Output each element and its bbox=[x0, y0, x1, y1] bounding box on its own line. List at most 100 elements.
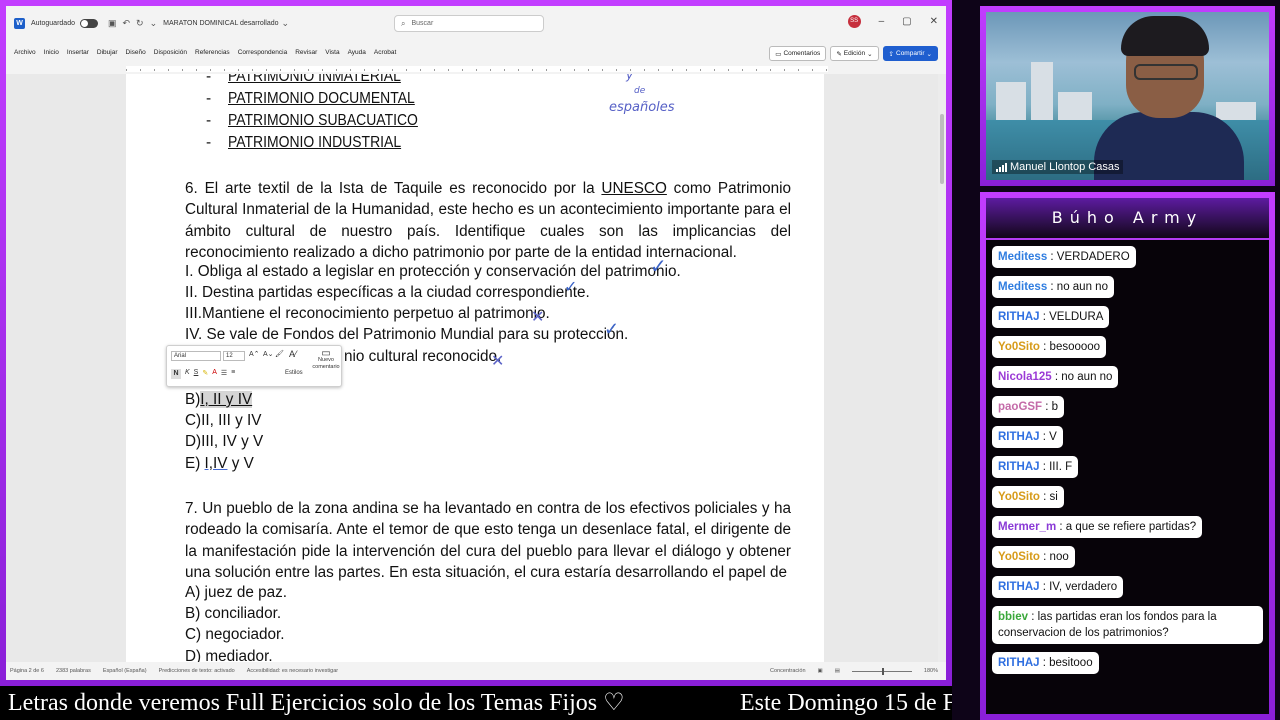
styles-icon[interactable]: A⁄ bbox=[289, 349, 297, 359]
page-count[interactable]: Página 2 de 6 bbox=[10, 668, 44, 674]
chat-message: paoGSF : b bbox=[992, 396, 1065, 418]
option-d: D) mediador. bbox=[185, 648, 273, 662]
editing-mode-button[interactable]: ✎ Edición ⌄ bbox=[830, 46, 879, 61]
search-input[interactable]: ⌕ Buscar bbox=[394, 15, 544, 32]
line-spacing-icon[interactable]: ≡ bbox=[231, 369, 235, 379]
tab-disposicion[interactable]: Disposición bbox=[154, 49, 187, 56]
web-layout-icon[interactable]: ▤ bbox=[835, 668, 840, 674]
word-count[interactable]: 2383 palabras bbox=[56, 668, 91, 674]
tab-vista[interactable]: Vista bbox=[325, 49, 339, 56]
tab-referencias[interactable]: Referencias bbox=[195, 49, 230, 56]
chat-message: RITHAJ : besitooo bbox=[992, 652, 1099, 674]
autosave-label: Autoguardado bbox=[31, 19, 75, 27]
shrink-font-icon[interactable]: A⌄ bbox=[263, 350, 274, 358]
highlight-icon[interactable]: ✎ bbox=[202, 369, 208, 379]
statement-iv: IV. Se vale de Fondos del Patrimonio Mun… bbox=[185, 326, 629, 343]
chat-username[interactable]: Mermer_m bbox=[998, 521, 1056, 533]
customize-qat-icon[interactable]: ⌄ bbox=[150, 18, 158, 29]
tab-inicio[interactable]: Inicio bbox=[44, 49, 59, 56]
bullets-icon[interactable]: ☰ bbox=[221, 369, 227, 379]
zoom-level[interactable]: 180% bbox=[924, 668, 938, 674]
participant-name: Manuel Llontop Casas bbox=[1010, 161, 1120, 173]
option-a: A) juez de paz. bbox=[185, 584, 288, 601]
chat-username[interactable]: Meditess bbox=[998, 251, 1047, 263]
cross-mark-icon: ✕ bbox=[531, 309, 545, 326]
chat-message-text: : b bbox=[1042, 401, 1059, 413]
chat-username[interactable]: RITHAJ bbox=[998, 581, 1040, 593]
chat-message: bbiev : las partidas eran los fondos par… bbox=[992, 606, 1263, 644]
close-icon[interactable]: ✕ bbox=[930, 16, 938, 27]
tab-archivo[interactable]: Archivo bbox=[14, 49, 36, 56]
minimize-icon[interactable]: – bbox=[879, 16, 885, 27]
list-item: - PATRIMONIO SUBACUATICO bbox=[206, 112, 418, 129]
styles-label[interactable]: Estilos bbox=[285, 370, 303, 376]
font-name-select[interactable]: Arial bbox=[171, 351, 221, 361]
chat-message-text: : besooooo bbox=[1039, 341, 1101, 353]
option-b: B)I, II y IV bbox=[185, 391, 253, 408]
chat-username[interactable]: bbiev bbox=[998, 611, 1028, 623]
chat-username[interactable]: Nicola125 bbox=[998, 371, 1052, 383]
format-painter-icon[interactable]: 🖌 bbox=[275, 350, 284, 358]
underline-button[interactable]: S bbox=[194, 369, 199, 379]
chat-username[interactable]: Meditess bbox=[998, 281, 1047, 293]
italic-button[interactable]: K bbox=[185, 369, 190, 379]
font-size-select[interactable]: 12 bbox=[223, 351, 245, 361]
chat-message: RITHAJ : VELDURA bbox=[992, 306, 1110, 328]
save-icon[interactable]: ▣ bbox=[108, 18, 117, 29]
focus-mode-button[interactable]: Concentración bbox=[770, 668, 805, 674]
chat-username[interactable]: RITHAJ bbox=[998, 461, 1040, 473]
chevron-down-icon[interactable]: ⌄ bbox=[282, 18, 290, 29]
tab-acrobat[interactable]: Acrobat bbox=[374, 49, 396, 56]
handwriting-note: de bbox=[634, 86, 646, 96]
comments-button[interactable]: ▭ Comentarios bbox=[769, 46, 827, 61]
predictions-indicator[interactable]: Predicciones de texto: activado bbox=[159, 668, 235, 674]
chat-username[interactable]: RITHAJ bbox=[998, 657, 1040, 669]
cross-mark-icon: ✕ bbox=[491, 353, 505, 370]
chat-message-text: : besitooo bbox=[1039, 657, 1093, 669]
chevron-down-icon: ⌄ bbox=[867, 50, 873, 58]
redo-icon[interactable]: ↻ bbox=[136, 18, 144, 29]
chat-message-text: : a que se refiere partidas? bbox=[1056, 521, 1197, 533]
search-icon: ⌕ bbox=[401, 18, 406, 28]
document-title[interactable]: MARATON DOMINICAL desarrollado bbox=[163, 20, 278, 27]
chat-message-list[interactable]: Meditess : VERDADERO Meditess : no aun no… bbox=[992, 246, 1267, 682]
comment-icon: ▭ bbox=[775, 50, 782, 58]
grow-font-icon[interactable]: A⌃ bbox=[249, 350, 260, 358]
avatar[interactable]: SS bbox=[847, 15, 861, 28]
undo-icon[interactable]: ↶ bbox=[123, 18, 131, 29]
tab-dibujar[interactable]: Dibujar bbox=[97, 49, 118, 56]
tab-diseno[interactable]: Diseño bbox=[126, 49, 146, 56]
tab-ayuda[interactable]: Ayuda bbox=[348, 49, 366, 56]
tab-revisar[interactable]: Revisar bbox=[295, 49, 317, 56]
chat-username[interactable]: paoGSF bbox=[998, 401, 1042, 413]
chat-username[interactable]: RITHAJ bbox=[998, 311, 1040, 323]
chat-message: Meditess : VERDADERO bbox=[992, 246, 1136, 268]
bold-button[interactable]: N bbox=[171, 369, 181, 379]
mini-toolbar: Arial 12 A⌃ A⌄ 🖌 A⁄ N K S ✎ A ☰ ≡ Estilo… bbox=[166, 345, 342, 387]
print-layout-icon[interactable]: ▣ bbox=[818, 668, 823, 674]
option-c: C)II, III y IV bbox=[185, 412, 262, 429]
horizontal-ruler[interactable] bbox=[6, 64, 946, 74]
zoom-slider[interactable] bbox=[851, 667, 912, 675]
chat-message: Yo0Sito : si bbox=[992, 486, 1064, 508]
chat-username[interactable]: Yo0Sito bbox=[998, 491, 1040, 503]
font-color-icon[interactable]: A bbox=[212, 369, 217, 379]
chat-username[interactable]: RITHAJ bbox=[998, 431, 1040, 443]
tab-insertar[interactable]: Insertar bbox=[67, 49, 89, 56]
maximize-icon[interactable]: ▢ bbox=[902, 16, 911, 27]
list-item: - PATRIMONIO INMATERIAL bbox=[206, 74, 401, 85]
share-button[interactable]: ⇪ Compartir ⌄ bbox=[882, 46, 938, 61]
autosave-toggle[interactable] bbox=[79, 18, 98, 28]
chat-frame: Búho Army Meditess : VERDADERO Meditess :… bbox=[980, 192, 1275, 720]
chat-message-text: : no aun no bbox=[1047, 281, 1108, 293]
tab-correspondencia[interactable]: Correspondencia bbox=[238, 49, 288, 56]
new-comment-button[interactable]: ▭ Nuevo comentario bbox=[311, 349, 341, 371]
vertical-scrollbar[interactable] bbox=[938, 74, 946, 662]
accessibility-indicator[interactable]: Accesibilidad: es necesario investigar bbox=[247, 668, 338, 674]
chat-message: RITHAJ : IV, verdadero bbox=[992, 576, 1124, 598]
chat-username[interactable]: Yo0Sito bbox=[998, 551, 1040, 563]
document-canvas[interactable]: - PATRIMONIO INMATERIAL - PATRIMONIO DOCUM… bbox=[6, 74, 946, 662]
language-indicator[interactable]: Español (España) bbox=[103, 668, 147, 674]
webcam-frame: Manuel Llontop Casas bbox=[980, 6, 1275, 186]
chat-username[interactable]: Yo0Sito bbox=[998, 341, 1040, 353]
